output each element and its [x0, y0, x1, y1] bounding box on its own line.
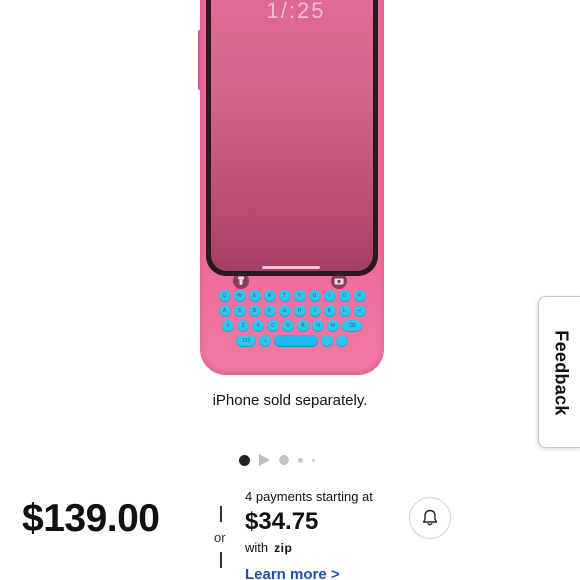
key: ↵ — [353, 305, 366, 317]
key: O — [338, 290, 351, 302]
divider-line — [220, 552, 222, 568]
home-indicator — [262, 266, 320, 269]
key: ☺ — [259, 335, 271, 347]
installment-offer: 4 payments starting at $34.75 with zip — [245, 489, 373, 555]
keyboard-row: ⇧ Z X C V B N M ⌫ — [210, 320, 374, 332]
key: J — [308, 305, 321, 317]
zip-logo: zip — [274, 540, 293, 555]
camera-icon — [331, 273, 347, 289]
key: ⇧ — [222, 320, 234, 332]
key: X — [252, 320, 264, 332]
key — [321, 335, 333, 347]
key: M — [327, 320, 339, 332]
installments-label: 4 payments starting at — [245, 489, 373, 504]
product-price: $139.00 — [22, 497, 160, 540]
carousel-dot-active[interactable] — [239, 454, 250, 466]
key: U — [308, 290, 321, 302]
key: 123 — [236, 335, 256, 347]
feedback-tab[interactable]: Feedback — [538, 296, 580, 448]
key: Q — [218, 290, 231, 302]
keyboard-row: 123 ☺ . — [210, 335, 374, 347]
play-video-icon[interactable] — [259, 454, 270, 466]
key: B — [297, 320, 309, 332]
key: . — [336, 335, 348, 347]
key: K — [323, 305, 336, 317]
key: S — [233, 305, 246, 317]
key: D — [248, 305, 261, 317]
carousel-dot[interactable] — [279, 455, 289, 465]
key: G — [278, 305, 291, 317]
flashlight-icon — [233, 273, 249, 289]
key: F — [263, 305, 276, 317]
carousel-dots — [239, 453, 315, 467]
key: E — [248, 290, 261, 302]
key: W — [233, 290, 246, 302]
product-image[interactable]: 1/:25 Q W E R T Y U I O P A S D F G H J … — [0, 0, 580, 385]
learn-more-link[interactable]: Learn more > — [245, 566, 340, 580]
key: V — [282, 320, 294, 332]
keyboard-row: Q W E R T Y U I O P — [210, 290, 374, 302]
key: A — [218, 305, 231, 317]
key: Y — [293, 290, 306, 302]
carousel-dot[interactable] — [298, 457, 303, 463]
key: T — [278, 290, 291, 302]
product-caption: iPhone sold separately. — [212, 392, 368, 409]
key: C — [267, 320, 279, 332]
keyboard-row: A S D F G H J K L ↵ — [210, 305, 374, 317]
with-label: with — [245, 540, 269, 555]
space-key — [274, 335, 318, 347]
physical-keyboard: Q W E R T Y U I O P A S D F G H J K L ↵ … — [210, 290, 374, 350]
key: I — [323, 290, 336, 302]
key: P — [353, 290, 366, 302]
installment-amount: $34.75 — [245, 508, 319, 535]
key: N — [312, 320, 324, 332]
carousel-dot[interactable] — [312, 458, 315, 462]
phone-screen: 1/:25 — [211, 0, 373, 271]
or-label: or — [214, 530, 226, 545]
price-alert-button[interactable] — [409, 497, 451, 539]
lock-screen-time: 1/:25 — [266, 0, 326, 23]
key: R — [263, 290, 276, 302]
or-divider: or — [210, 506, 232, 568]
key: Z — [237, 320, 249, 332]
divider-line — [220, 506, 222, 522]
key: L — [338, 305, 351, 317]
feedback-label: Feedback — [551, 330, 572, 416]
provider-row: with zip — [245, 540, 373, 555]
bell-icon — [422, 509, 438, 526]
key: H — [293, 305, 306, 317]
key: ⌫ — [342, 320, 362, 332]
